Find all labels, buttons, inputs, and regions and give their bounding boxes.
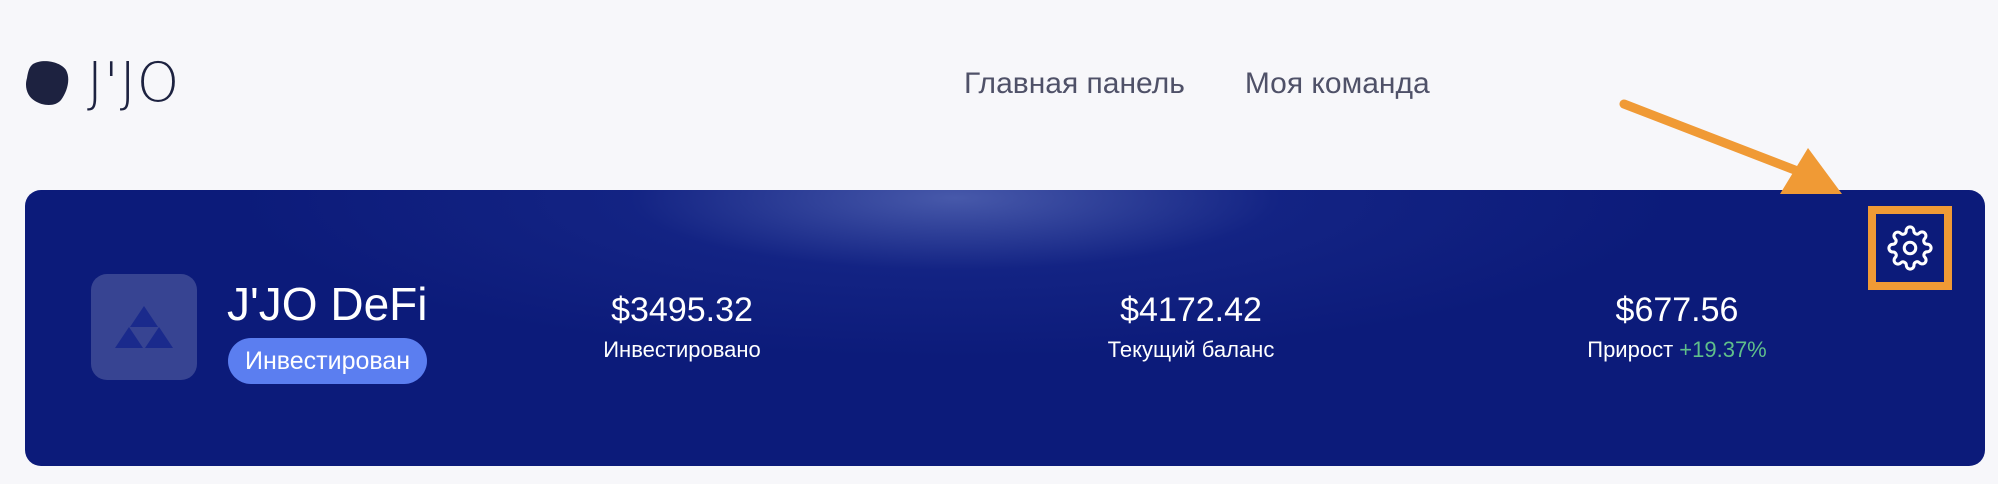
stat-growth-label: Прирост +19.37% xyxy=(1587,336,1766,364)
logo-text: J'JO xyxy=(87,51,181,114)
stat-invested-value: $3495.32 xyxy=(611,291,753,329)
project-name: J'JO DeFi xyxy=(227,278,428,330)
status-badge: Инвестирован xyxy=(228,338,428,384)
settings-button[interactable] xyxy=(1868,206,1952,290)
stat-growth: $677.56 Прирост +19.37% xyxy=(1587,290,1766,364)
blob-logo-icon xyxy=(25,61,69,105)
nav-my-team[interactable]: Моя команда xyxy=(1245,64,1430,104)
stat-invested: $3495.32 Инвестировано xyxy=(603,290,761,364)
triforce-icon xyxy=(115,306,173,348)
main-nav: Главная панель Моя команда xyxy=(964,64,1430,104)
nav-dashboard[interactable]: Главная панель xyxy=(964,64,1185,104)
stat-balance-label: Текущий баланс xyxy=(1107,337,1275,362)
annotation-arrow xyxy=(1619,99,1842,194)
stat-balance-value: $4172.42 xyxy=(1120,291,1262,329)
project-card: J'JO DeFi Инвестирован $3495.32 Инвестир… xyxy=(25,190,1985,466)
stat-growth-value: $677.56 xyxy=(1615,291,1739,329)
growth-percent: +19.37% xyxy=(1679,337,1767,362)
project-icon xyxy=(91,274,197,380)
stat-growth-label-text: Прирост xyxy=(1587,337,1674,362)
gear-icon xyxy=(1887,225,1933,271)
stat-balance: $4172.42 Текущий баланс xyxy=(1108,290,1275,364)
stat-invested-label: Инвестировано xyxy=(603,337,761,362)
logo[interactable]: J'JO xyxy=(25,56,180,110)
